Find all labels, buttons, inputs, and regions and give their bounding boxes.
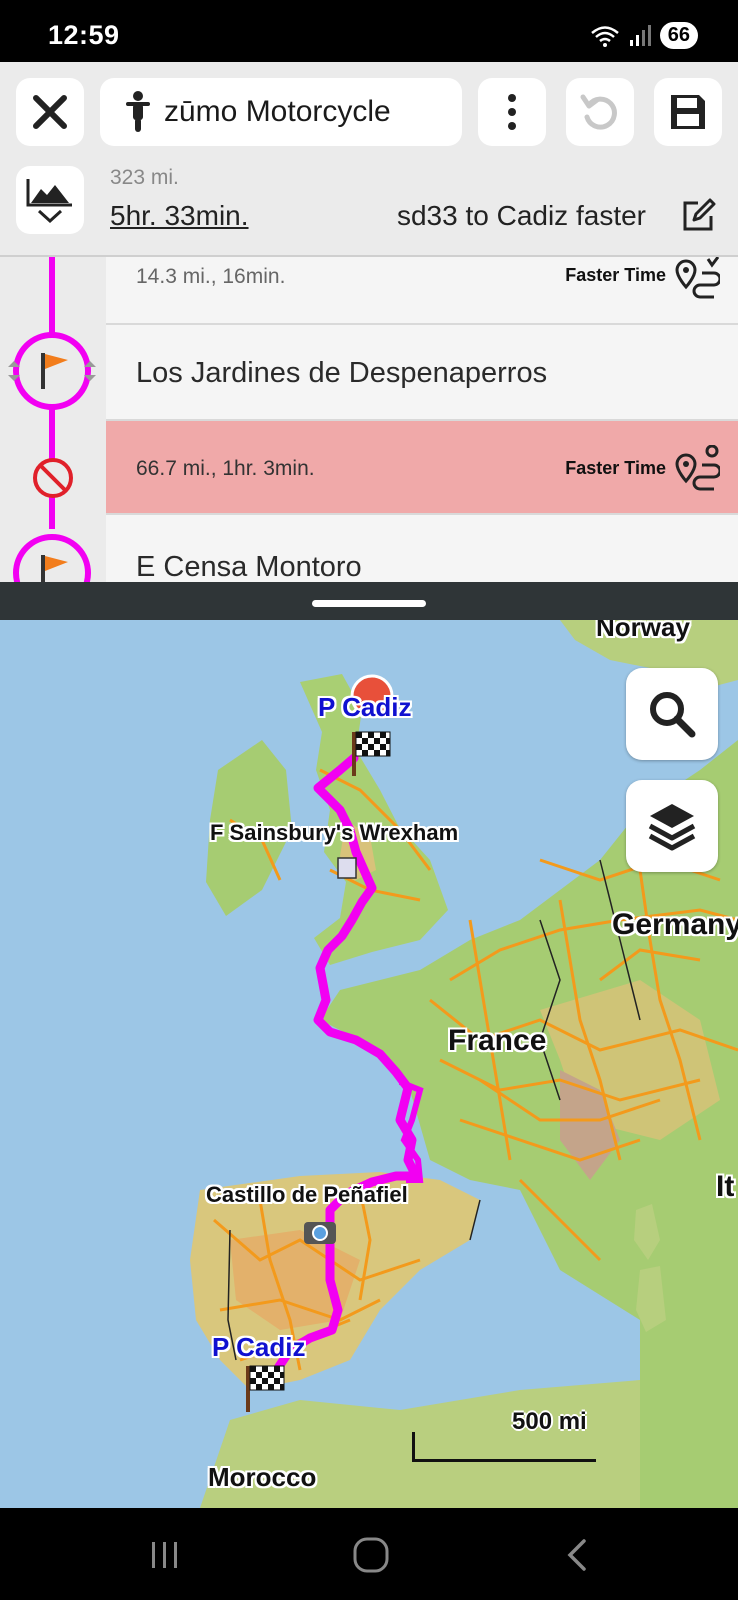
map-label-country: It — [716, 1170, 735, 1203]
leg-summary: 14.3 mi., 16min. — [136, 265, 286, 288]
save-icon — [671, 95, 705, 129]
route-options-icon[interactable] — [674, 257, 720, 301]
waypoint-name: E Censa Montoro — [136, 551, 362, 582]
route-duration[interactable]: 5hr. 33min. — [110, 200, 249, 232]
more-vertical-icon — [508, 94, 516, 130]
signal-icon — [629, 24, 651, 46]
recent-apps-icon — [152, 1542, 177, 1568]
app-screen: 12:59 66 zūmo Motorcycle 323 mi. 5hr. 33… — [0, 0, 738, 1600]
elevation-profile-button[interactable] — [16, 166, 84, 234]
map-scale-bar — [412, 1432, 596, 1462]
leg-row-highlighted[interactable]: 66.7 mi., 1hr. 3min. Faster Time — [106, 421, 738, 515]
home-icon — [353, 1537, 389, 1573]
device-label: zūmo Motorcycle — [164, 95, 391, 128]
split-divider[interactable] — [0, 582, 738, 620]
fuel-icon — [337, 857, 357, 879]
close-button[interactable] — [16, 78, 84, 146]
status-icons: 66 — [590, 22, 698, 49]
map-scale-label: 500 mi — [512, 1408, 587, 1435]
waypoint-marker[interactable] — [0, 525, 106, 582]
motorcycle-icon — [126, 91, 150, 132]
waypoint-name: Los Jardines de Despenaperros — [136, 357, 548, 389]
route-list: 14.3 mi., 16min. Faster Time Los Jardine… — [0, 257, 738, 582]
map-label-country: Germany — [612, 908, 738, 941]
waypoint-row[interactable]: Los Jardines de Despenaperros — [106, 325, 738, 421]
poi-label-sainsbury[interactable]: F Sainsbury's Wrexham — [210, 820, 458, 846]
waypoint-row[interactable]: E Censa Montoro — [106, 515, 738, 582]
map-search-button[interactable] — [626, 668, 718, 760]
device-selector[interactable]: zūmo Motorcycle — [100, 78, 462, 146]
system-nav-bar — [0, 1508, 738, 1600]
routing-mode: Faster Time — [565, 458, 666, 478]
route-options-icon[interactable] — [674, 445, 720, 493]
map-view[interactable]: Norway Germany France It Morocco P Cadiz… — [0, 620, 738, 1508]
map-base — [190, 620, 738, 1508]
avoid-icon[interactable] — [28, 453, 78, 503]
recent-apps-button[interactable] — [140, 1530, 190, 1580]
layers-icon — [648, 804, 696, 851]
route-distance: 323 mi. — [110, 166, 179, 189]
back-icon — [567, 1539, 586, 1571]
more-options-button[interactable] — [478, 78, 546, 146]
drag-handle[interactable] — [312, 600, 426, 607]
route-name[interactable]: sd33 to Cadiz faster — [397, 200, 646, 232]
status-bar: 12:59 66 — [0, 0, 738, 62]
routing-mode: Faster Time — [565, 265, 666, 285]
poi-label-castillo[interactable]: Castillo de Peñafiel — [206, 1182, 408, 1208]
poi-label-cadiz[interactable]: P Cadiz — [318, 692, 411, 723]
map-layers-button[interactable] — [626, 780, 718, 872]
map-label-country: Morocco — [208, 1462, 317, 1492]
home-button[interactable] — [346, 1530, 396, 1580]
elevation-profile-icon — [26, 179, 72, 224]
leg-row[interactable]: 14.3 mi., 16min. Faster Time — [106, 257, 738, 325]
route-rail — [0, 257, 106, 582]
waypoint-marker[interactable] — [0, 323, 106, 423]
route-summary: 323 mi. 5hr. 33min. sd33 to Cadiz faster — [0, 160, 738, 257]
finish-flag-icon — [246, 1365, 285, 1412]
undo-button[interactable] — [566, 78, 634, 146]
battery-badge: 66 — [659, 22, 698, 49]
poi-label-cadiz[interactable]: P Cadiz — [212, 1332, 305, 1363]
status-time: 12:59 — [48, 20, 120, 50]
map-label-country: Norway — [596, 620, 690, 642]
wifi-icon — [590, 25, 619, 47]
edit-icon[interactable] — [680, 198, 716, 234]
undo-icon — [580, 94, 617, 130]
save-button[interactable] — [654, 78, 722, 146]
search-icon — [650, 692, 696, 738]
route-toolbar: zūmo Motorcycle — [0, 62, 738, 160]
camera-icon — [304, 1222, 336, 1244]
map-label-country: France — [448, 1024, 547, 1057]
leg-summary: 66.7 mi., 1hr. 3min. — [136, 457, 315, 480]
close-icon — [33, 95, 67, 129]
back-button[interactable] — [552, 1530, 602, 1580]
